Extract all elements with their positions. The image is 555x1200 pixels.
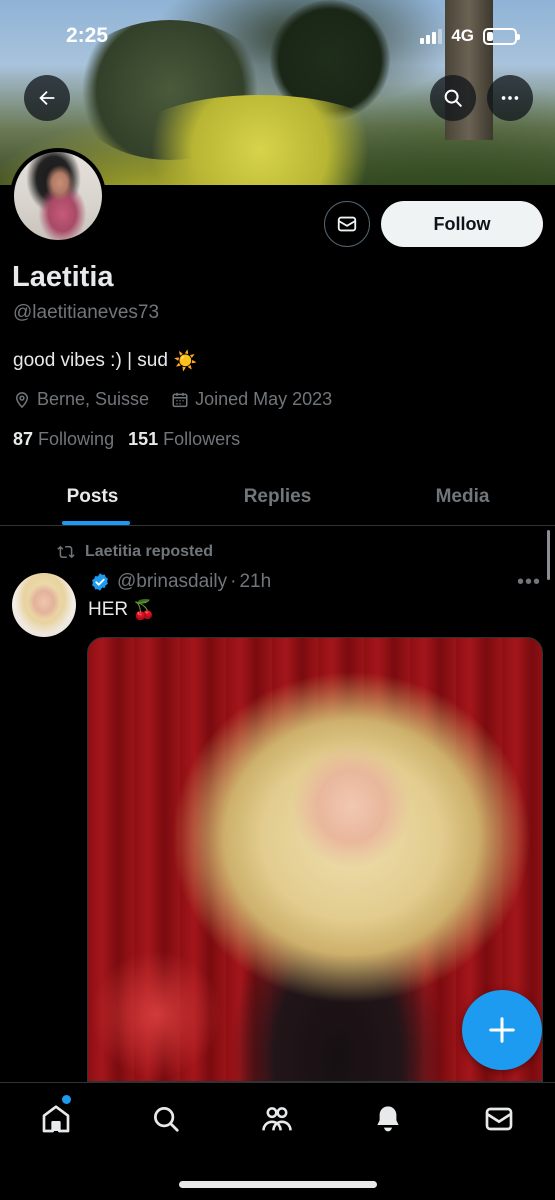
location-text: Berne, Suisse — [37, 389, 150, 409]
followers-label: Followers — [163, 429, 241, 449]
verified-badge-icon — [92, 573, 108, 591]
status-time: 2:25 — [66, 24, 109, 47]
nav-messages[interactable] — [479, 1099, 519, 1139]
more-button[interactable] — [487, 75, 533, 121]
home-notification-dot — [62, 1095, 71, 1104]
network-type: 4G — [451, 26, 474, 45]
following-link[interactable]: 87 Following — [13, 429, 114, 450]
post-time[interactable]: 21h — [239, 571, 271, 593]
post-header: @brinasdaily · 21h — [90, 571, 271, 593]
post-text: HER 🍒 — [88, 598, 156, 622]
search-icon — [154, 1107, 179, 1132]
profile-location: Berne, Suisse — [13, 389, 149, 410]
post-separator: · — [230, 571, 237, 592]
post-text-emoji: 🍒 — [132, 600, 156, 621]
joined-text: Joined May 2023 — [195, 389, 333, 409]
status-indicators: 4G — [420, 26, 520, 46]
tab-replies[interactable]: Replies — [185, 468, 370, 525]
repost-label: Laetitia reposted — [85, 543, 214, 560]
battery-icon — [483, 27, 520, 45]
plus-icon — [489, 1017, 515, 1043]
communities-icon — [262, 1107, 292, 1131]
following-label: Following — [38, 429, 115, 449]
profile-joined: Joined May 2023 — [171, 389, 332, 410]
follow-stats: 87 Following 151 Followers — [13, 429, 240, 450]
search-icon — [444, 89, 462, 107]
profile-tabs: Posts Replies Media — [0, 468, 555, 526]
repost-indicator: Laetitia reposted — [56, 543, 213, 561]
follow-button[interactable]: Follow — [381, 201, 543, 247]
location-pin-icon — [15, 391, 29, 408]
nav-search[interactable] — [146, 1099, 186, 1139]
notifications-icon — [377, 1106, 399, 1132]
active-tab-indicator — [62, 521, 130, 525]
repost-icon — [57, 545, 75, 559]
followers-count: 151 — [128, 429, 159, 449]
following-count: 87 — [13, 429, 34, 449]
arrow-left-icon — [39, 90, 55, 106]
followers-link[interactable]: 151 Followers — [128, 429, 240, 450]
more-horizontal-icon — [501, 96, 519, 100]
profile-avatar[interactable] — [10, 148, 106, 244]
tab-media[interactable]: Media — [370, 468, 555, 525]
home-icon — [42, 1105, 70, 1133]
post-more-button[interactable]: ••• — [517, 571, 541, 594]
back-button[interactable] — [24, 75, 70, 121]
envelope-icon — [337, 216, 357, 232]
signal-icon — [420, 28, 443, 44]
nav-communities[interactable] — [257, 1099, 297, 1139]
bio-emoji: ☀️ — [173, 351, 198, 372]
compose-button[interactable] — [462, 990, 542, 1070]
bio-text: good vibes :) | sud — [13, 350, 168, 371]
messages-icon — [485, 1107, 513, 1131]
nav-notifications[interactable] — [368, 1099, 408, 1139]
nav-home[interactable] — [36, 1099, 76, 1139]
tab-posts[interactable]: Posts — [0, 468, 185, 525]
calendar-icon — [172, 392, 188, 407]
post-author-handle[interactable]: @brinasdaily — [117, 571, 227, 593]
profile-meta: Berne, Suisse Joined May 2023 — [13, 389, 332, 410]
message-button[interactable] — [324, 201, 370, 247]
profile-bio: good vibes :) | sud ☀️ — [13, 349, 198, 373]
status-bar: 2:25 4G — [0, 0, 555, 70]
post-author-avatar[interactable] — [12, 573, 76, 637]
home-indicator — [179, 1181, 377, 1188]
post-text-content: HER — [88, 599, 129, 620]
search-button[interactable] — [430, 75, 476, 121]
profile-name: Laetitia — [12, 261, 114, 293]
scrollbar[interactable] — [547, 530, 550, 580]
profile-handle: @laetitianeves73 — [13, 302, 160, 323]
